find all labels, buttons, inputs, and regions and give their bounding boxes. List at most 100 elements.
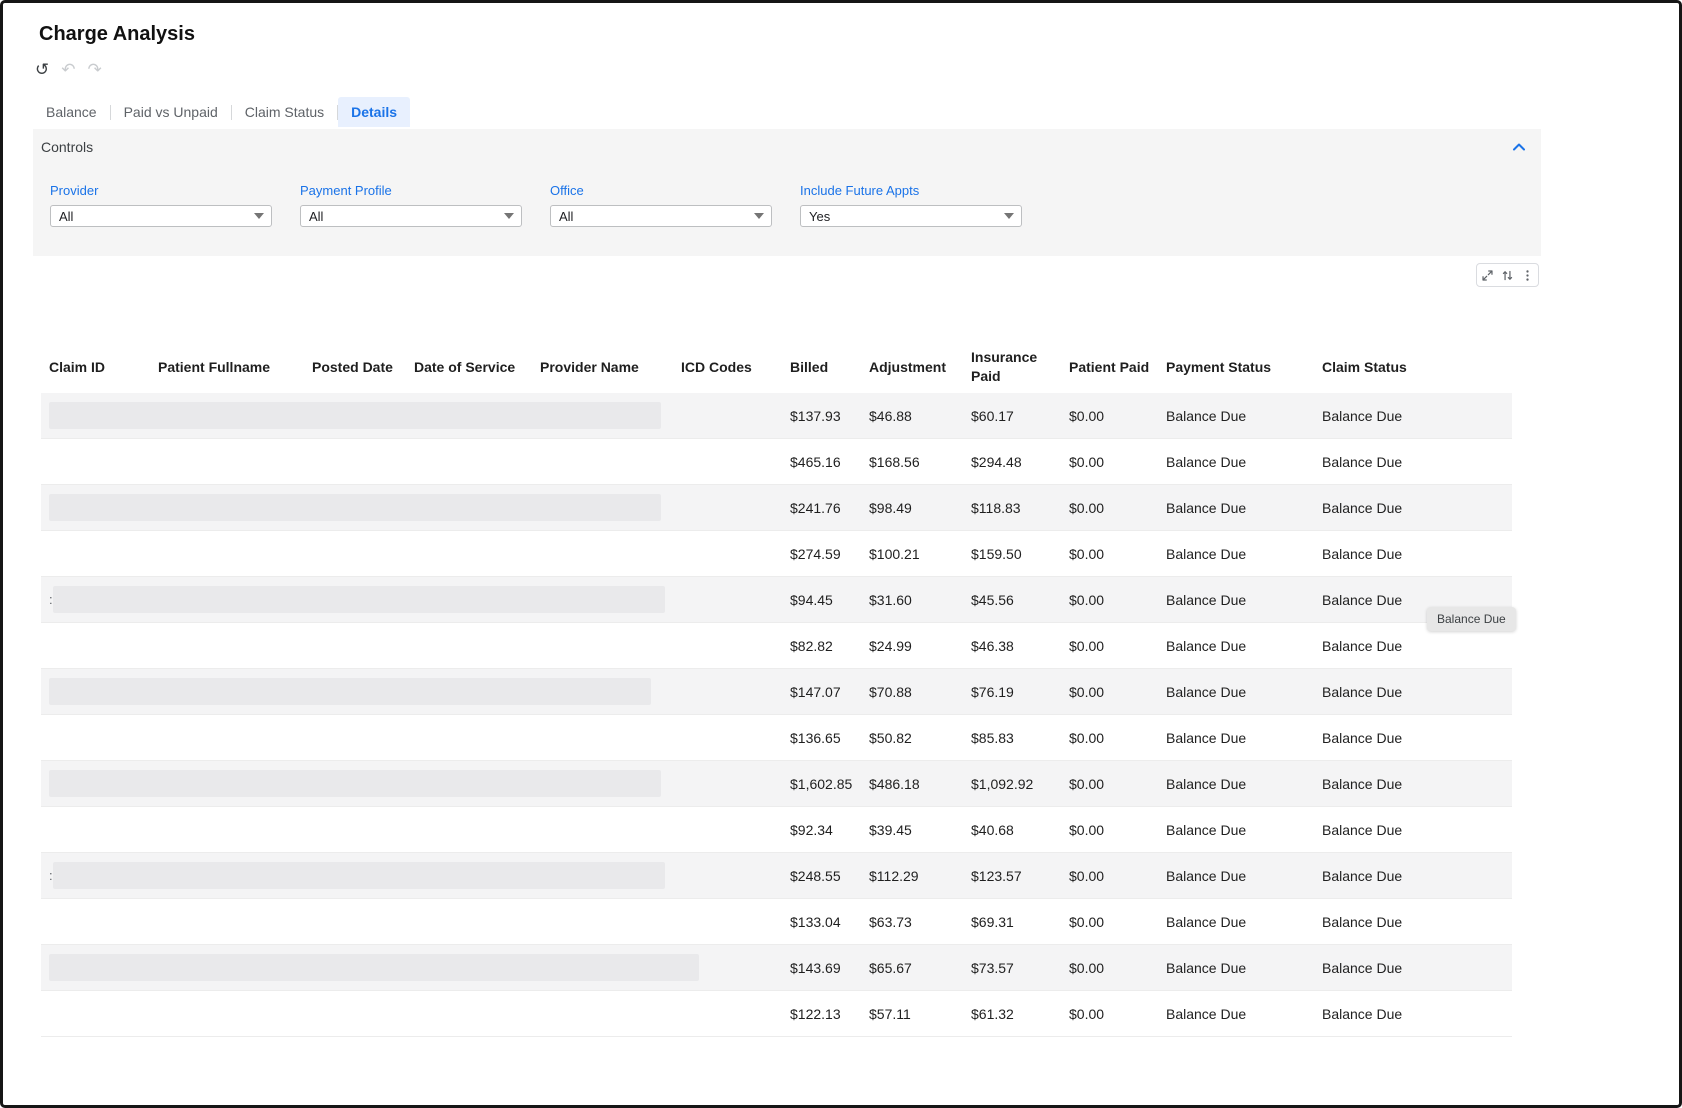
filter-provider: Provider All [50,183,272,227]
cell-patient-paid: $0.00 [1069,499,1105,516]
column-header-patient-fullname[interactable]: Patient Fullname [150,341,304,393]
redacted-patient-info-cell [41,807,782,853]
include-future-appts-dropdown-value: Yes [809,208,831,224]
collapse-chevron-icon[interactable] [1511,139,1527,155]
column-header-payment-status[interactable]: Payment Status [1158,341,1314,393]
redacted-patient-info-cell [41,669,782,715]
cell-adjustment: $98.49 [869,499,912,516]
cell-claim-status: Balance Due [1322,775,1403,792]
cell-billed: $147.07 [790,683,841,700]
redaction-block [49,402,661,429]
cell-patient-paid: $0.00 [1069,591,1105,608]
cell-payment-status: Balance Due [1166,1005,1247,1022]
table-row[interactable]: $143.69 $65.67 $73.57 $0.00 Balance Due … [41,944,1512,991]
cell-claim-status: Balance Due [1322,453,1403,470]
charge-analysis-table: Claim ID Patient Fullname Posted Date Da… [41,341,1512,1037]
column-header-claim-id[interactable]: Claim ID [41,341,150,393]
chevron-down-icon [1004,213,1014,219]
cell-payment-status: Balance Due [1166,407,1247,424]
column-header-icd-codes[interactable]: ICD Codes [673,341,782,393]
column-header-patient-paid[interactable]: Patient Paid [1061,341,1158,393]
filter-provider-label: Provider [50,183,99,198]
table-row[interactable]: $1,602.85 $486.18 $1,092.92 $0.00 Balanc… [41,760,1512,807]
column-header-claim-status[interactable]: Claim Status [1314,341,1512,393]
cell-patient-paid: $0.00 [1069,821,1105,838]
redaction-block [52,862,665,889]
provider-dropdown[interactable]: All [50,205,272,227]
table-row[interactable]: $147.07 $70.88 $76.19 $0.00 Balance Due … [41,668,1512,715]
cell-insurance-paid: $76.19 [971,683,1014,700]
cell-billed: $82.82 [790,637,833,654]
tab-claim-status[interactable]: Claim Status [232,97,337,127]
provider-dropdown-value: All [59,208,74,224]
redacted-patient-info-cell [41,899,782,945]
cell-billed: $248.55 [790,867,841,884]
include-future-appts-dropdown[interactable]: Yes [800,205,1022,227]
redacted-patient-info-cell [41,531,782,577]
cell-billed: $465.16 [790,453,841,470]
cell-claim-status: Balance Due [1322,821,1403,838]
redaction-block [49,724,661,751]
cell-adjustment: $24.99 [869,637,912,654]
table-row[interactable]: $136.65 $50.82 $85.83 $0.00 Balance Due … [41,715,1512,761]
cell-patient-paid: $0.00 [1069,959,1105,976]
cell-patient-paid: $0.00 [1069,545,1105,562]
cell-patient-paid: $0.00 [1069,407,1105,424]
redo-icon[interactable]: ↷ [88,61,102,78]
cell-claim-status: Balance Due [1322,959,1403,976]
tab-paid-vs-unpaid[interactable]: Paid vs Unpaid [111,97,231,127]
cell-payment-status: Balance Due [1166,545,1247,562]
undo-icon[interactable]: ↶ [61,61,75,78]
table-row[interactable]: $82.82 $24.99 $46.38 $0.00 Balance Due B… [41,623,1512,669]
column-header-insurance-paid[interactable]: Insurance Paid [963,341,1061,393]
table-row[interactable]: : $248.55 $112.29 $123.57 $0.00 Balance … [41,852,1512,899]
sort-icon[interactable] [1501,269,1514,282]
cell-insurance-paid: $85.83 [971,729,1014,746]
column-header-adjustment[interactable]: Adjustment [861,341,963,393]
table-row[interactable]: $241.76 $98.49 $118.83 $0.00 Balance Due… [41,484,1512,531]
filter-office: Office All [550,183,772,227]
office-dropdown[interactable]: All [550,205,772,227]
table-header-row: Claim ID Patient Fullname Posted Date Da… [41,341,1512,393]
redacted-patient-info-cell [41,485,782,531]
cell-adjustment: $168.56 [869,453,920,470]
tab-details[interactable]: Details [338,97,411,127]
filter-payment-profile-label: Payment Profile [300,183,392,198]
filter-payment-profile: Payment Profile All [300,183,522,227]
cell-insurance-paid: $159.50 [971,545,1022,562]
cell-insurance-paid: $1,092.92 [971,775,1034,792]
cell-insurance-paid: $294.48 [971,453,1022,470]
redacted-prefix: : [49,592,53,607]
balance-due-tooltip: Balance Due [1427,607,1516,631]
payment-profile-dropdown[interactable]: All [300,205,522,227]
reset-icon[interactable]: ↺ [35,61,49,78]
table-row[interactable]: $274.59 $100.21 $159.50 $0.00 Balance Du… [41,531,1512,577]
tab-balance[interactable]: Balance [33,97,110,127]
cell-adjustment: $112.29 [869,867,919,884]
cell-patient-paid: $0.00 [1069,637,1105,654]
cell-claim-status: Balance Due [1322,499,1403,516]
table-row[interactable]: $92.34 $39.45 $40.68 $0.00 Balance Due B… [41,807,1512,853]
column-header-posted-date[interactable]: Posted Date [304,341,406,393]
chevron-down-icon [254,213,264,219]
tab-bar: Balance Paid vs Unpaid Claim Status Deta… [33,97,411,127]
kebab-menu-icon[interactable] [1521,269,1534,282]
column-header-date-of-service[interactable]: Date of Service [406,341,532,393]
table-row[interactable]: $137.93 $46.88 $60.17 $0.00 Balance Due … [41,393,1512,439]
cell-billed: $143.69 [790,959,841,976]
expand-icon[interactable] [1481,269,1494,282]
table-row[interactable]: : $94.45 $31.60 $45.56 $0.00 Balance Due… [41,576,1512,623]
cell-adjustment: $46.88 [869,407,912,424]
page-title: Charge Analysis [39,23,195,45]
table-row[interactable]: $133.04 $63.73 $69.31 $0.00 Balance Due … [41,899,1512,945]
column-header-provider-name[interactable]: Provider Name [532,341,673,393]
table-row[interactable]: $122.13 $57.11 $61.32 $0.00 Balance Due … [41,991,1512,1037]
cell-adjustment: $57.11 [869,1005,911,1022]
redacted-patient-info-cell [41,945,782,991]
column-header-billed[interactable]: Billed [782,341,861,393]
table-row[interactable]: $465.16 $168.56 $294.48 $0.00 Balance Du… [41,439,1512,485]
cell-adjustment: $50.82 [869,729,912,746]
redacted-patient-info-cell [41,715,782,761]
cell-insurance-paid: $46.38 [971,637,1014,654]
cell-payment-status: Balance Due [1166,637,1247,654]
